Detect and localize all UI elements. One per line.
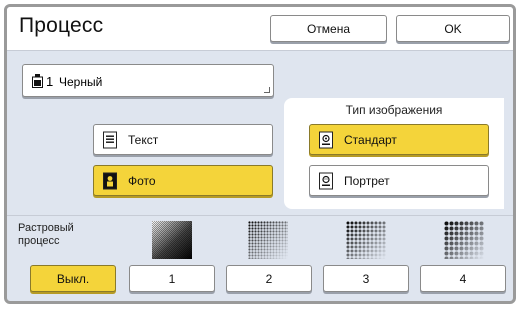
raster-3-button[interactable]: 3 (323, 265, 409, 292)
color-drum-field[interactable]: 1 Черный (22, 64, 274, 97)
text-mode-button[interactable]: Текст (93, 124, 273, 155)
raster-label-line1: Растровый (18, 222, 74, 234)
portrait-icon (319, 172, 333, 189)
raster-2-button[interactable]: 2 (226, 265, 312, 292)
text-mode-label: Текст (128, 132, 159, 147)
ink-bottle-icon (32, 74, 43, 88)
cancel-button[interactable]: Отмена (270, 15, 387, 42)
halftone-1-icon (152, 221, 192, 259)
portrait-image-type-button[interactable]: Портрет (309, 165, 489, 196)
text-document-icon (103, 131, 117, 148)
page-title: Процесс (19, 14, 104, 37)
raster-4-button[interactable]: 4 (420, 265, 506, 292)
resize-corner-icon (264, 87, 270, 93)
raster-process-label: Растровый процесс (18, 222, 74, 248)
photo-mode-button[interactable]: Фото (93, 165, 273, 196)
section-divider (7, 215, 513, 216)
halftone-3-icon (346, 221, 386, 259)
ok-button[interactable]: OK (396, 15, 510, 42)
halftone-4-icon (444, 221, 484, 259)
portrait-image-type-label: Портрет (344, 173, 390, 188)
image-type-title: Тип изображения (345, 103, 443, 117)
photo-mode-label: Фото (128, 173, 156, 188)
standard-image-type-label: Стандарт (344, 132, 397, 147)
raster-off-button[interactable]: Выкл. (30, 265, 116, 292)
photo-portrait-icon (103, 172, 117, 189)
process-dialog: Процесс Отмена OK 1 Черный Тип изображен… (4, 4, 516, 304)
standard-image-type-button[interactable]: Стандарт (309, 124, 489, 155)
standard-image-icon (319, 131, 333, 148)
color-number: 1 (46, 74, 54, 89)
halftone-2-icon (248, 221, 288, 259)
color-name: Черный (59, 75, 103, 89)
raster-1-button[interactable]: 1 (129, 265, 215, 292)
raster-label-line2: процесс (18, 235, 60, 247)
